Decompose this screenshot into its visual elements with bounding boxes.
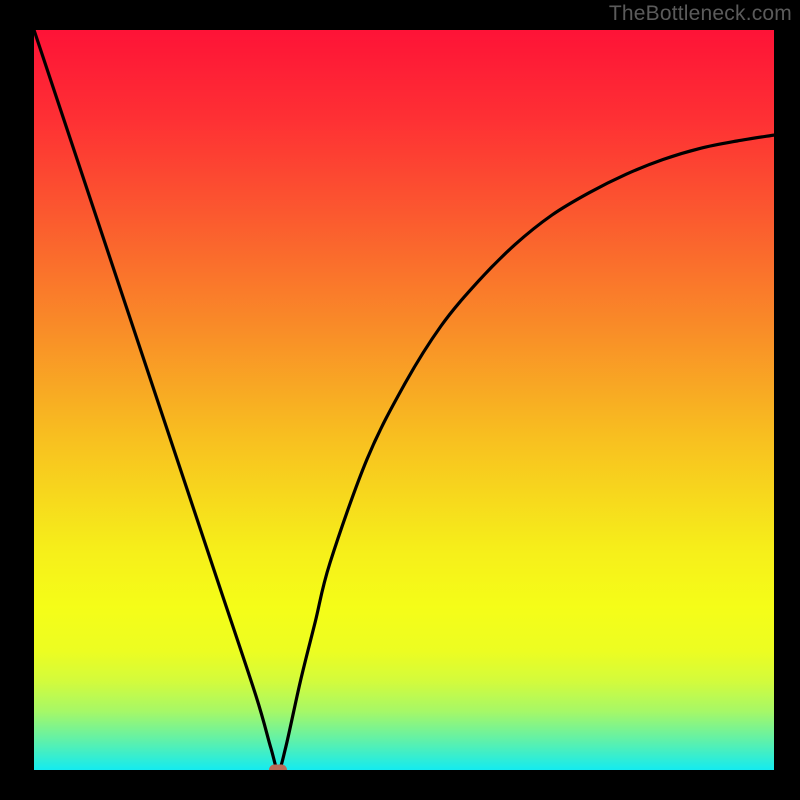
bottleneck-curve [34,30,774,770]
plot-area [34,30,774,770]
minimum-marker [269,765,287,771]
chart-frame: TheBottleneck.com [0,0,800,800]
watermark-text: TheBottleneck.com [609,2,792,26]
curve-layer [34,30,774,770]
